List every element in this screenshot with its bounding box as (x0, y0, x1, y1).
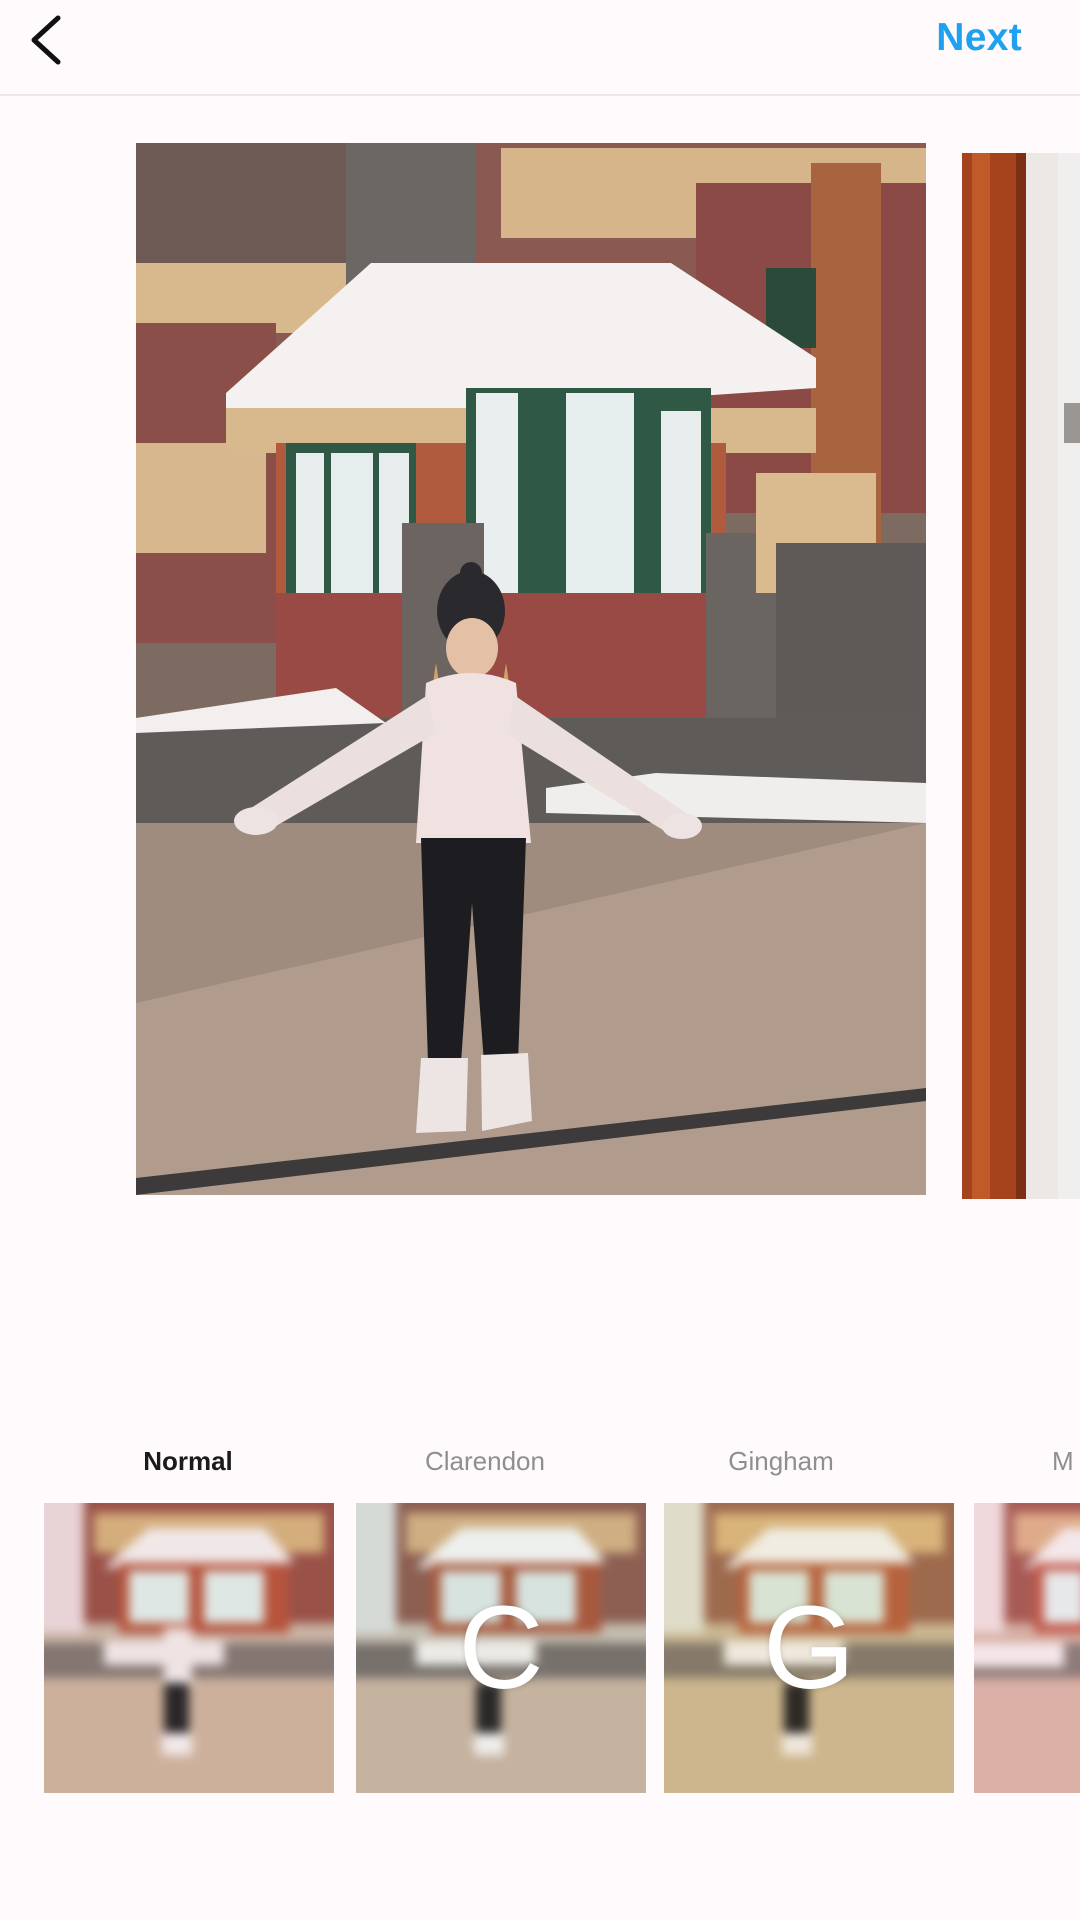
filter-thumbnail-normal[interactable] (44, 1503, 334, 1793)
filter-letter-g: G (763, 1582, 855, 1714)
chevron-left-icon (31, 15, 61, 65)
filter-thumbnail-clarendon[interactable]: C (356, 1503, 646, 1793)
thumbnail-image (44, 1503, 334, 1793)
snowy-lodge-photo (136, 143, 926, 1195)
filter-label-gingham: Gingham (728, 1446, 834, 1476)
next-photo-preview[interactable] (962, 153, 1080, 1199)
filter-thumbnail-gingham[interactable]: G (664, 1503, 954, 1793)
filter-label-next: M (1052, 1446, 1074, 1476)
thumbnail-image (974, 1503, 1080, 1793)
door-photo (962, 153, 1080, 1199)
photo-preview[interactable] (136, 143, 926, 1195)
back-button[interactable] (22, 10, 82, 70)
filter-letter-c: C (458, 1582, 544, 1714)
top-bar: Next (0, 0, 1080, 96)
filter-thumbnail-next[interactable] (974, 1503, 1080, 1793)
next-button[interactable]: Next (936, 16, 1022, 60)
filter-label-normal: Normal (143, 1446, 233, 1476)
filter-label-clarendon: Clarendon (425, 1446, 545, 1476)
